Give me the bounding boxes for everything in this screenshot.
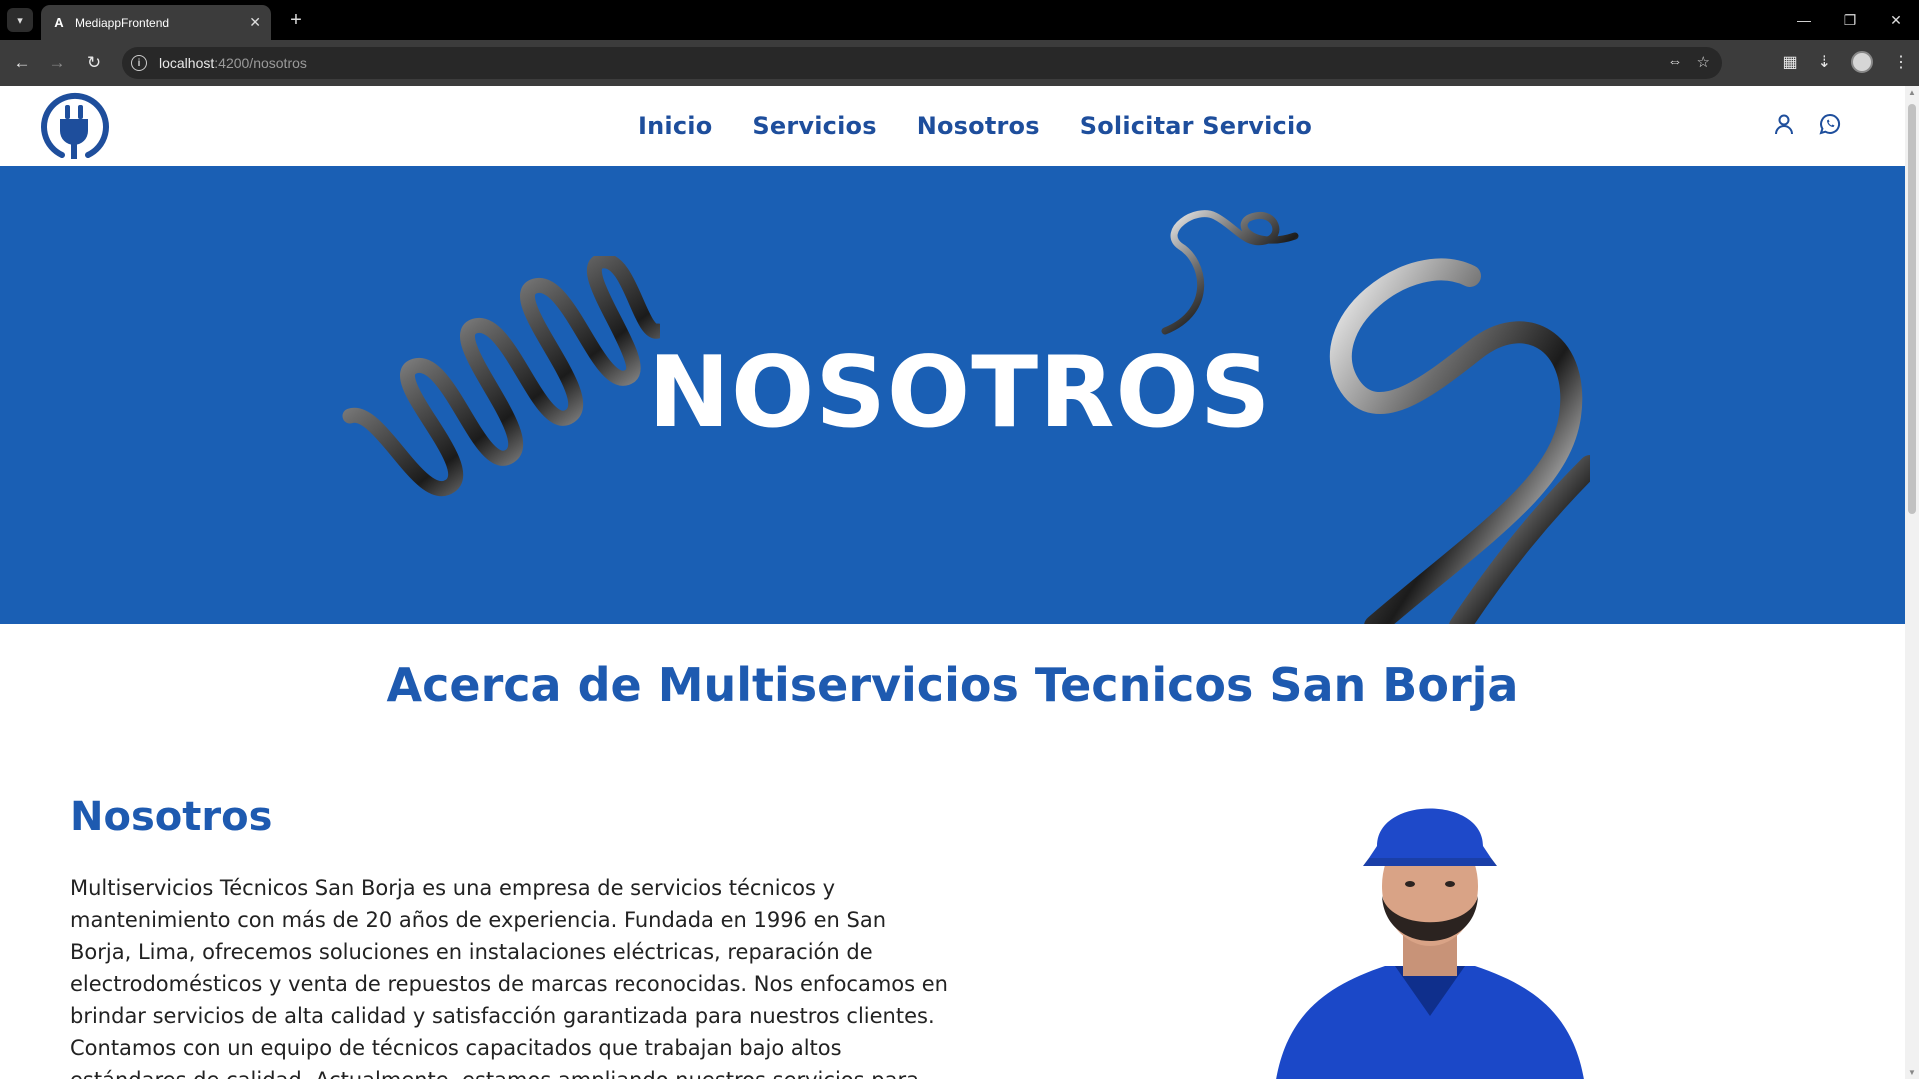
user-icon[interactable]	[1772, 112, 1796, 136]
url-host: localhost	[159, 55, 215, 71]
scrollbar-thumb[interactable]	[1908, 104, 1916, 514]
site-header: Inicio Servicios Nosotros Solicitar Serv…	[0, 86, 1905, 166]
address-bar[interactable]: i localhost:4200/nosotros ⇔ ☆	[122, 47, 1722, 79]
section-text: Multiservicios Técnicos San Borja es una…	[70, 876, 948, 1079]
browser-tab-bar: ▾ A MediappFrontend ✕ + — ❐ ✕	[0, 0, 1919, 40]
profile-avatar[interactable]	[1851, 51, 1873, 73]
whatsapp-icon[interactable]	[1818, 112, 1842, 136]
site-info-icon[interactable]: i	[131, 55, 147, 71]
angular-favicon-icon: A	[54, 15, 64, 30]
restore-icon[interactable]: ❐	[1827, 0, 1873, 40]
translate-icon[interactable]: ⇔	[1668, 53, 1683, 71]
nav-solicitar-servicio[interactable]: Solicitar Servicio	[1080, 112, 1312, 140]
reload-icon[interactable]: ↻	[82, 51, 106, 75]
hero-title: NOSOTROS	[648, 336, 1272, 450]
extensions-icon[interactable]: ▦	[1782, 52, 1797, 72]
hero-banner: NOSOTROS	[0, 166, 1905, 624]
nav-inicio[interactable]: Inicio	[638, 112, 712, 140]
minimize-icon[interactable]: —	[1781, 0, 1827, 40]
omnibox-actions: ⇔ ☆	[1668, 53, 1710, 71]
about-title: Acerca de Multiservicios Tecnicos San Bo…	[386, 658, 1519, 712]
tab-search-chevron-icon[interactable]: ▾	[7, 8, 33, 32]
page-scrollbar[interactable]: ▲ ▼	[1905, 86, 1919, 1079]
menu-kebab-icon[interactable]: ⋮	[1893, 52, 1909, 72]
close-window-icon[interactable]: ✕	[1873, 0, 1919, 40]
nav-nosotros[interactable]: Nosotros	[917, 112, 1040, 140]
bookmark-star-icon[interactable]: ☆	[1697, 53, 1710, 71]
plug-logo-icon[interactable]	[38, 91, 110, 163]
browser-tab[interactable]: A MediappFrontend ✕	[41, 5, 271, 40]
browser-toolbar: ← → ↻ i localhost:4200/nosotros ⇔ ☆ ▦ ⇣ …	[0, 40, 1919, 86]
url-path: :4200/nosotros	[214, 55, 307, 71]
technician-image	[1276, 808, 1584, 1079]
back-icon[interactable]: ←	[10, 51, 34, 75]
new-tab-icon[interactable]: +	[284, 8, 308, 32]
nav-servicios[interactable]: Servicios	[752, 112, 876, 140]
download-icon[interactable]: ⇣	[1818, 52, 1831, 72]
section-title: Nosotros	[70, 794, 273, 840]
chrome-spring-decoration	[342, 256, 660, 497]
url-text: localhost:4200/nosotros	[159, 55, 307, 71]
chrome-hook-decoration	[1329, 258, 1590, 624]
tab-title: MediappFrontend	[75, 15, 170, 30]
forward-icon[interactable]: →	[45, 51, 69, 75]
toolbar-actions: ▦ ⇣ ⋮	[1782, 51, 1909, 73]
scroll-up-icon[interactable]: ▲	[1908, 88, 1916, 97]
web-page: Inicio Servicios Nosotros Solicitar Serv…	[0, 86, 1905, 1079]
main-nav: Inicio Servicios Nosotros Solicitar Serv…	[638, 112, 1312, 140]
scroll-down-icon[interactable]: ▼	[1908, 1068, 1916, 1077]
chrome-wire-decoration	[1161, 210, 1299, 335]
header-icons	[1772, 112, 1842, 136]
window-controls: — ❐ ✕	[1781, 0, 1919, 40]
tab-close-icon[interactable]: ✕	[249, 14, 261, 31]
